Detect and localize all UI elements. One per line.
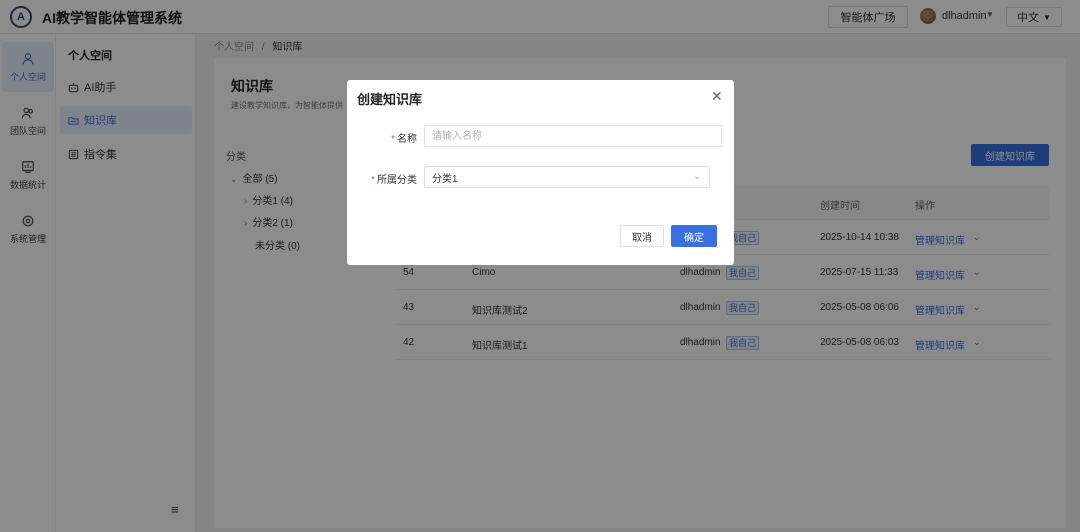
category-select-value: 分类1 — [432, 173, 458, 185]
create-knowledge-base-dialog: 创建知识库 ✕ *名称 *所属分类 分类1 ⌄ 取消 确定 — [347, 80, 734, 265]
required-mark: * — [371, 175, 375, 186]
confirm-button[interactable]: 确定 — [671, 225, 717, 247]
category-label-text: 所属分类 — [377, 175, 417, 186]
name-label-text: 名称 — [397, 134, 417, 145]
category-field-label: * 所属分类 — [357, 171, 417, 186]
chevron-down-icon: ⌄ — [693, 171, 701, 181]
cancel-button[interactable]: 取消 — [620, 225, 664, 247]
name-field-label: * 名称 — [357, 130, 417, 145]
close-icon[interactable]: ✕ — [711, 88, 723, 105]
dialog-title: 创建知识库 — [357, 92, 423, 107]
name-input[interactable] — [424, 125, 722, 147]
required-mark: * — [391, 134, 395, 145]
category-select[interactable]: 分类1 ⌄ — [424, 166, 710, 188]
